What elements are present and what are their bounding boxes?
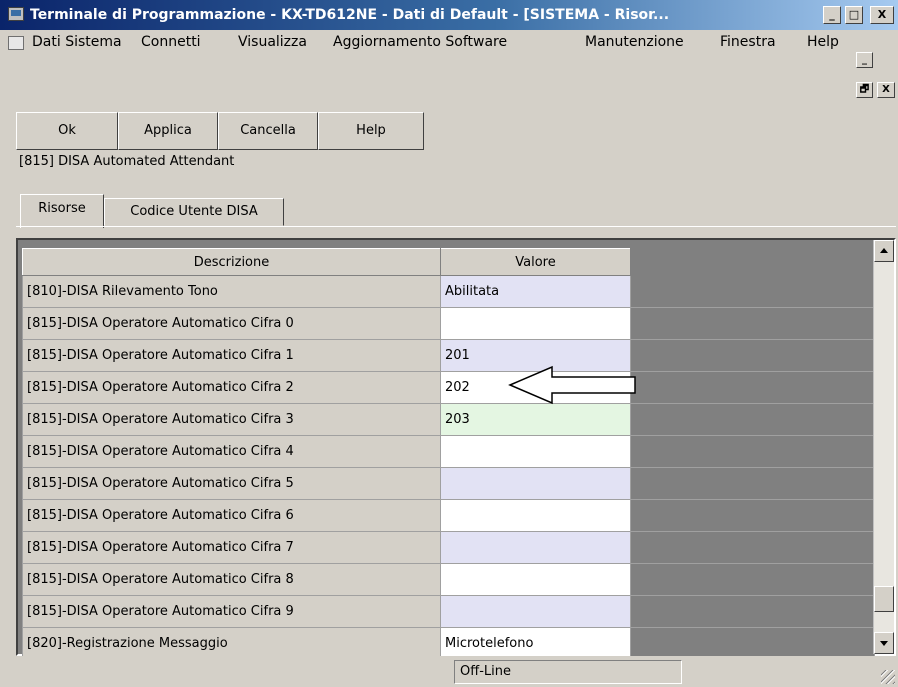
table-row[interactable]: [815]-DISA Operatore Automatico Cifra 8 bbox=[22, 563, 875, 596]
grid-empty-area bbox=[630, 435, 875, 468]
menu-bar: Dati Sistema Connetti Visualizza Aggiorn… bbox=[0, 30, 898, 56]
grid-empty-area bbox=[630, 563, 875, 596]
section-title: [815] DISA Automated Attendant bbox=[19, 154, 235, 169]
grid-empty-area bbox=[630, 371, 875, 404]
mdi-close-button[interactable]: X bbox=[877, 82, 895, 98]
table-row[interactable]: [815]-DISA Operatore Automatico Cifra 4 bbox=[22, 435, 875, 468]
row-value-cell[interactable] bbox=[440, 499, 631, 532]
maximize-button[interactable]: □ bbox=[845, 6, 863, 24]
tab-codice-utente-disa[interactable]: Codice Utente DISA bbox=[104, 198, 284, 226]
minimize-button[interactable]: _ bbox=[823, 6, 841, 24]
row-description: [815]-DISA Operatore Automatico Cifra 6 bbox=[22, 499, 441, 532]
menu-manutenzione[interactable]: Manutenzione bbox=[585, 34, 684, 50]
table-row[interactable]: [815]-DISA Operatore Automatico Cifra 12… bbox=[22, 339, 875, 372]
annotation-arrow-icon bbox=[508, 365, 636, 405]
table-row[interactable]: [815]-DISA Operatore Automatico Cifra 6 bbox=[22, 499, 875, 532]
row-value-cell[interactable] bbox=[440, 307, 631, 340]
row-description: [810]-DISA Rilevamento Tono bbox=[22, 275, 441, 308]
row-description: [815]-DISA Operatore Automatico Cifra 5 bbox=[22, 467, 441, 500]
status-bar: Off-Line bbox=[0, 656, 898, 687]
document-icon[interactable] bbox=[8, 36, 24, 50]
table-row[interactable]: [815]-DISA Operatore Automatico Cifra 0 bbox=[22, 307, 875, 340]
row-description: [815]-DISA Operatore Automatico Cifra 3 bbox=[22, 403, 441, 436]
grid-empty-area bbox=[630, 275, 875, 308]
mdi-restore-button[interactable]: 🗗 bbox=[856, 82, 873, 98]
row-value-cell[interactable] bbox=[440, 435, 631, 468]
grid-empty-area bbox=[630, 627, 875, 660]
menu-visualizza[interactable]: Visualizza bbox=[238, 34, 307, 50]
grid-empty-area bbox=[630, 403, 875, 436]
settings-table: Descrizione Valore [810]-DISA Rilevament… bbox=[22, 248, 875, 660]
row-value-cell[interactable]: 203 bbox=[440, 403, 631, 436]
arrow-up-icon bbox=[880, 248, 888, 253]
menu-help[interactable]: Help bbox=[807, 34, 839, 50]
table-row[interactable]: [815]-DISA Operatore Automatico Cifra 32… bbox=[22, 403, 875, 436]
scroll-up-button[interactable] bbox=[874, 240, 894, 262]
menu-aggiornamento-software[interactable]: Aggiornamento Software bbox=[333, 34, 507, 50]
tab-risorse[interactable]: Risorse bbox=[20, 194, 104, 228]
row-description: [815]-DISA Operatore Automatico Cifra 4 bbox=[22, 435, 441, 468]
table-row[interactable]: [815]-DISA Operatore Automatico Cifra 7 bbox=[22, 531, 875, 564]
window-title-bar: Terminale di Programmazione - KX-TD612NE… bbox=[0, 0, 898, 30]
menu-connetti[interactable]: Connetti bbox=[141, 34, 201, 50]
apply-button[interactable]: Applica bbox=[118, 112, 218, 150]
table-row[interactable]: [815]-DISA Operatore Automatico Cifra 5 bbox=[22, 467, 875, 500]
table-row[interactable]: [815]-DISA Operatore Automatico Cifra 9 bbox=[22, 595, 875, 628]
grid-empty-area bbox=[630, 531, 875, 564]
row-value-cell[interactable] bbox=[440, 531, 631, 564]
row-description: [815]-DISA Operatore Automatico Cifra 1 bbox=[22, 339, 441, 372]
grid-empty-area bbox=[630, 307, 875, 340]
row-description: [820]-Registrazione Messaggio bbox=[22, 627, 441, 660]
table-row[interactable]: [820]-Registrazione Messaggio Microtelefo… bbox=[22, 627, 875, 660]
menu-finestra[interactable]: Finestra bbox=[720, 34, 776, 50]
column-header-descrizione[interactable]: Descrizione bbox=[22, 248, 441, 276]
grid-empty-area bbox=[630, 467, 875, 500]
app-icon[interactable] bbox=[8, 7, 24, 21]
row-description: [815]-DISA Operatore Automatico Cifra 7 bbox=[22, 531, 441, 564]
row-value-cell[interactable]: Abilitata bbox=[440, 275, 631, 308]
settings-grid: Descrizione Valore [810]-DISA Rilevament… bbox=[16, 238, 896, 660]
row-value-cell[interactable]: Microtelefono bbox=[440, 627, 631, 660]
row-value-cell[interactable] bbox=[440, 563, 631, 596]
row-description: [815]-DISA Operatore Automatico Cifra 2 bbox=[22, 371, 441, 404]
row-value-cell[interactable] bbox=[440, 467, 631, 500]
grid-empty-area bbox=[630, 248, 875, 276]
scroll-down-button[interactable] bbox=[874, 632, 894, 654]
grid-empty-area bbox=[630, 499, 875, 532]
help-button[interactable]: Help bbox=[318, 112, 424, 150]
table-row[interactable]: [815]-DISA Operatore Automatico Cifra 22… bbox=[22, 371, 875, 404]
scroll-thumb[interactable] bbox=[874, 586, 894, 612]
arrow-down-icon bbox=[880, 641, 888, 646]
vertical-scrollbar[interactable] bbox=[873, 240, 894, 654]
close-button[interactable]: X bbox=[870, 6, 894, 24]
connection-status: Off-Line bbox=[454, 660, 682, 684]
menu-dati-sistema[interactable]: Dati Sistema bbox=[32, 34, 122, 50]
cancel-button[interactable]: Cancella bbox=[218, 112, 318, 150]
mdi-minimize-button[interactable]: _ bbox=[856, 52, 873, 68]
ok-button[interactable]: Ok bbox=[16, 112, 118, 150]
tab-panel-edge bbox=[16, 226, 896, 227]
row-value-cell[interactable] bbox=[440, 595, 631, 628]
row-description: [815]-DISA Operatore Automatico Cifra 9 bbox=[22, 595, 441, 628]
resize-grip-icon[interactable] bbox=[881, 670, 895, 684]
column-header-valore[interactable]: Valore bbox=[440, 248, 631, 276]
window-title: Terminale di Programmazione - KX-TD612NE… bbox=[30, 7, 670, 23]
grid-empty-area bbox=[630, 595, 875, 628]
row-description: [815]-DISA Operatore Automatico Cifra 0 bbox=[22, 307, 441, 340]
row-description: [815]-DISA Operatore Automatico Cifra 8 bbox=[22, 563, 441, 596]
table-row[interactable]: [810]-DISA Rilevamento Tono Abilitata bbox=[22, 275, 875, 308]
grid-empty-area bbox=[630, 339, 875, 372]
